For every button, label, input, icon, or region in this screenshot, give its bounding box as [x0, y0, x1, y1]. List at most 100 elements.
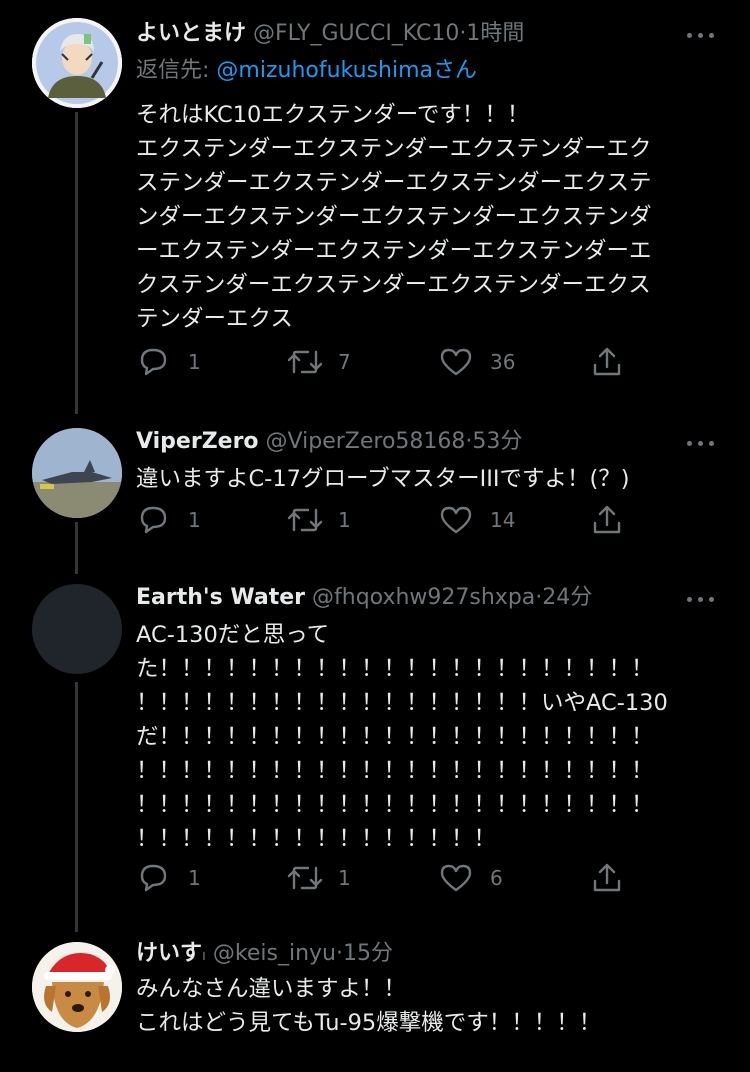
avatar-illustration — [32, 18, 122, 108]
separator-dot: · — [336, 941, 343, 966]
tweet-header: よいとまけ @FLY_GUCCI_KC10·1時間 — [136, 14, 524, 54]
more-dot-icon — [698, 441, 703, 446]
tweet[interactable]: よいとまけ @FLY_GUCCI_KC10·1時間 返信先: @mizuhofu… — [0, 0, 750, 410]
avatar[interactable] — [32, 428, 122, 518]
tweet-text-line: これはどう見てもTu-95爆撃機です！！！！！ — [136, 1010, 602, 1036]
tweet-text-line: 違いますよC-17グローブマスターIIIですよ！(？) — [136, 466, 630, 492]
display-name[interactable]: よいとまけ — [136, 21, 246, 46]
reply-count: 1 — [188, 866, 201, 890]
share-icon — [593, 505, 621, 534]
tweet-text-line: だ！！！！！！！！！！！！！！！！！！！！！！ — [136, 724, 654, 750]
reply-button[interactable]: 1 — [136, 342, 226, 382]
replying-to: 返信先: @mizuhofukushimaさん — [136, 54, 477, 88]
tweet-text: それはKC10エクステンダーです！！！ エクステンダーエクステンダーエクステンダ… — [136, 98, 696, 336]
user-handle[interactable]: @FLY_GUCCI_KC10 — [253, 21, 459, 46]
reply-icon — [140, 348, 167, 376]
retweet-button[interactable]: 1 — [286, 858, 376, 898]
display-name[interactable]: けいす — [136, 941, 202, 966]
mention-link[interactable]: @mizuhofukushima — [216, 58, 433, 83]
reply-thread: よいとまけ @FLY_GUCCI_KC10·1時間 返信先: @mizuhofu… — [0, 0, 750, 1072]
tweet-text-line: ！！！！！！！！！！！！！！！！！！！！！！！ — [136, 758, 654, 784]
timestamp[interactable]: 24分 — [542, 585, 592, 610]
user-handle[interactable]: @keis_inyu — [213, 941, 336, 966]
like-button[interactable]: 36 — [438, 342, 538, 382]
avatar[interactable] — [32, 942, 122, 1032]
tweet-text: AC-130だと思って た！！！！！！！！！！！！！！！！！！！！！！ ！！！！… — [136, 618, 696, 856]
retweet-count: 7 — [338, 350, 351, 374]
display-name[interactable]: Earth's Water — [136, 585, 305, 610]
tweet-text-line: ！！！！！！！！！！！！！！！！ — [136, 826, 497, 852]
share-icon — [593, 347, 621, 376]
more-dot-icon — [687, 441, 692, 446]
more-options-button[interactable] — [683, 592, 717, 606]
tweet-text-line: AC-130だと思って — [136, 622, 330, 648]
timestamp[interactable]: 53分 — [472, 429, 522, 454]
tweet-text-line: エクステンダーエクステンダーエクステンダーエク — [136, 136, 652, 162]
name-suffix: ı — [202, 948, 206, 964]
reply-icon — [140, 506, 167, 534]
tweet-text-line: テンダーエクス — [136, 306, 293, 332]
like-button[interactable]: 6 — [438, 858, 538, 898]
tweet-text-line: ンダーエクステンダーエクステンダーエクステンダ — [136, 204, 652, 230]
tweet-text-line: みんなさん違いますよ！！ — [136, 976, 407, 1002]
retweet-icon — [287, 866, 323, 890]
reply-icon — [140, 864, 167, 892]
tweet-text-line: それはKC10エクステンダーです！！！ — [136, 102, 530, 128]
reply-button[interactable]: 1 — [136, 500, 226, 540]
tweet-text-line: ーエクステンダーエクステンダーエクステンダーエ — [136, 238, 652, 264]
mention-suffix[interactable]: さん — [433, 58, 477, 83]
reply-label: 返信先: — [136, 58, 210, 83]
more-dot-icon — [709, 33, 714, 38]
share-button[interactable] — [590, 342, 630, 382]
user-handle[interactable]: @fhqoxhw927shxpa — [312, 585, 535, 610]
display-name[interactable]: ViperZero — [136, 429, 259, 454]
more-options-button[interactable] — [683, 28, 717, 42]
tweet-text-line: ！！！！！！！！！！！！！！！！！！！！！！！ — [136, 792, 654, 818]
retweet-icon — [287, 508, 323, 532]
timestamp[interactable]: 1時間 — [466, 21, 524, 46]
user-handle[interactable]: @ViperZero58168 — [266, 429, 466, 454]
tweet-text: 違いますよC-17グローブマスターIIIですよ！(？) — [136, 462, 696, 496]
reply-button[interactable]: 1 — [136, 858, 226, 898]
tweet-header: けいすı @keis_inyu·15分 — [136, 934, 393, 974]
more-options-button[interactable] — [683, 436, 717, 450]
more-dot-icon — [698, 33, 703, 38]
share-button[interactable] — [590, 500, 630, 540]
timestamp[interactable]: 15分 — [343, 941, 393, 966]
tweet-text-line: た！！！！！！！！！！！！！！！！！！！！！！ — [136, 656, 654, 682]
heart-icon — [440, 864, 472, 892]
reply-count: 1 — [188, 350, 201, 374]
more-dot-icon — [709, 441, 714, 446]
tweet-header: Earth's Water @fhqoxhw927shxpa·24分 — [136, 578, 592, 618]
more-dot-icon — [698, 597, 703, 602]
heart-icon — [440, 348, 472, 376]
share-icon — [593, 863, 621, 892]
more-dot-icon — [687, 597, 692, 602]
tweet-text: みんなさん違いますよ！！ これはどう見てもTu-95爆撃機です！！！！！ — [136, 972, 696, 1040]
like-count: 6 — [490, 866, 503, 890]
tweet[interactable]: けいすı @keis_inyu·15分 みんなさん違いますよ！！ これはどう見て… — [0, 930, 750, 1072]
avatar-jet-photo — [32, 428, 122, 518]
retweet-button[interactable]: 1 — [286, 500, 376, 540]
avatar[interactable] — [32, 584, 122, 674]
tweet-text-line: ！！！！！！！！！！！！！！！！！！いやAC-130 — [136, 690, 668, 716]
share-button[interactable] — [590, 858, 630, 898]
tweet-text-line: クステンダーエクステンダーエクステンダーエクス — [136, 272, 651, 298]
avatar[interactable] — [32, 18, 122, 108]
retweet-count: 1 — [338, 508, 351, 532]
avatar-dog-photo — [32, 942, 122, 1032]
reply-count: 1 — [188, 508, 201, 532]
tweet[interactable]: ViperZero @ViperZero58168·53分 違いますよC-17グ… — [0, 410, 750, 570]
tweet[interactable]: Earth's Water @fhqoxhw927shxpa·24分 AC-13… — [0, 570, 750, 930]
tweet-header: ViperZero @ViperZero58168·53分 — [136, 422, 522, 462]
more-dot-icon — [709, 597, 714, 602]
like-button[interactable]: 14 — [438, 500, 538, 540]
like-count: 14 — [490, 508, 516, 532]
more-dot-icon — [687, 33, 692, 38]
tweet-text-line: ステンダーエクステンダーエクステンダーエクステ — [136, 170, 652, 196]
retweet-icon — [287, 350, 323, 374]
heart-icon — [440, 506, 472, 534]
like-count: 36 — [490, 350, 516, 374]
retweet-button[interactable]: 7 — [286, 342, 376, 382]
retweet-count: 1 — [338, 866, 351, 890]
